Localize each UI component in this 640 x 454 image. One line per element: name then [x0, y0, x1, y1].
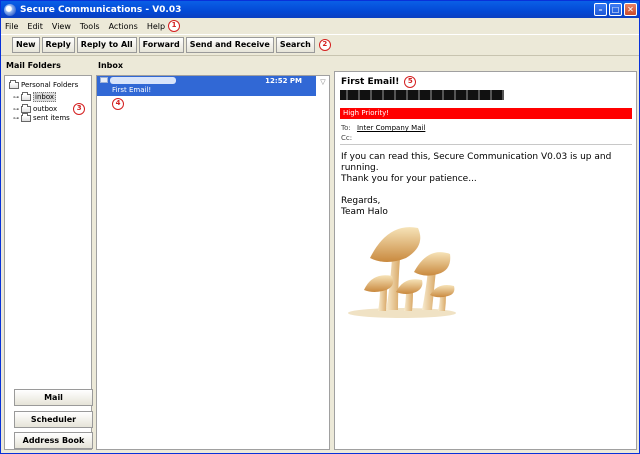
folder-icon: [9, 79, 19, 89]
mail-folders-title: Mail Folders: [6, 61, 61, 70]
message-subject: First Email!: [112, 86, 152, 94]
forward-button[interactable]: Forward: [138, 37, 184, 53]
folder-icon: [21, 103, 31, 113]
reply-all-button[interactable]: Reply to All: [76, 37, 137, 53]
callout-marker-3: 3: [73, 103, 86, 115]
folder-icon: [21, 91, 31, 101]
window-controls: – □ ✕: [594, 3, 637, 16]
message-row[interactable]: 12:52 PM First Email!: [97, 76, 316, 96]
menu-bar: File Edit View Tools Actions Help 1: [1, 18, 639, 34]
callout-marker-1: 1: [168, 20, 181, 32]
scheduler-nav-button[interactable]: Scheduler: [14, 411, 93, 428]
to-recipient[interactable]: Inter Company Mail: [357, 124, 425, 132]
callout-marker-4: 4: [112, 98, 124, 110]
expand-icon[interactable]: ⊶: [13, 106, 20, 113]
header-divider: [340, 144, 632, 145]
mushroom-illustration: [348, 227, 456, 318]
email-body: If you can read this, Secure Communicati…: [341, 152, 612, 217]
title-bar[interactable]: Secure Communications - V0.03 – □ ✕: [1, 1, 639, 18]
close-icon[interactable]: ✕: [624, 3, 637, 16]
priority-banner: High Priority!: [340, 108, 632, 119]
window-title: Secure Communications - V0.03: [20, 4, 182, 15]
tree-item-label: sent items: [33, 114, 70, 122]
folder-icon: [21, 112, 31, 122]
folder-tree-pane: Personal Folders ⊶ inbox ⊶ outbox 3 ⊶ se…: [4, 75, 93, 450]
priority-label: High Priority!: [343, 109, 390, 117]
tree-item-label: outbox: [33, 105, 58, 113]
menu-help[interactable]: Help: [147, 22, 165, 31]
search-button[interactable]: Search: [275, 37, 315, 53]
message-list-pane: 12:52 PM First Email! ▽ 4: [96, 75, 330, 450]
send-receive-button[interactable]: Send and Receive: [185, 37, 274, 53]
app-icon: [4, 3, 16, 16]
reading-pane: First Email! 5 High Priority! To: Inter …: [334, 71, 637, 450]
tree-root-label: Personal Folders: [21, 81, 79, 89]
callout-marker-5: 5: [404, 76, 417, 88]
expand-icon[interactable]: ⊶: [13, 115, 20, 122]
address-book-nav-button[interactable]: Address Book: [14, 432, 93, 449]
tree-item-inbox[interactable]: ⊶ inbox: [13, 91, 57, 102]
email-subject-header: First Email! 5: [341, 76, 417, 88]
callout-marker-2: 2: [318, 39, 331, 51]
tree-item-label: inbox: [33, 92, 57, 102]
cc-row: Cc:: [341, 134, 352, 142]
menu-tools[interactable]: Tools: [80, 22, 100, 31]
expand-icon[interactable]: ⊶: [13, 94, 20, 101]
minimize-icon[interactable]: –: [594, 3, 607, 16]
menu-edit[interactable]: Edit: [27, 22, 43, 31]
redacted-sender: [110, 77, 176, 84]
to-label: To:: [341, 124, 351, 132]
app-window: Secure Communications - V0.03 – □ ✕ File…: [0, 0, 640, 454]
menu-actions[interactable]: Actions: [109, 22, 138, 31]
mail-nav-button[interactable]: Mail: [14, 389, 93, 406]
menu-view[interactable]: View: [52, 22, 71, 31]
scroll-down-icon[interactable]: ▽: [318, 78, 328, 86]
maximize-icon[interactable]: □: [609, 3, 622, 16]
tree-root-personal-folders[interactable]: Personal Folders: [9, 79, 79, 89]
inbox-title: Inbox: [98, 61, 124, 70]
new-button[interactable]: New: [12, 37, 40, 53]
tree-item-sent-items[interactable]: ⊶ sent items: [13, 112, 70, 122]
redacted-sender-address: [340, 90, 504, 100]
menu-file[interactable]: File: [5, 22, 18, 31]
cc-label: Cc:: [341, 134, 353, 142]
toolbar: New Reply Reply to All Forward Send and …: [1, 34, 639, 56]
reply-button[interactable]: Reply: [41, 37, 75, 53]
envelope-icon: [100, 77, 108, 83]
email-subject: First Email!: [341, 77, 400, 87]
message-time: 12:52 PM: [265, 77, 302, 85]
to-row: To: Inter Company Mail: [341, 124, 425, 132]
